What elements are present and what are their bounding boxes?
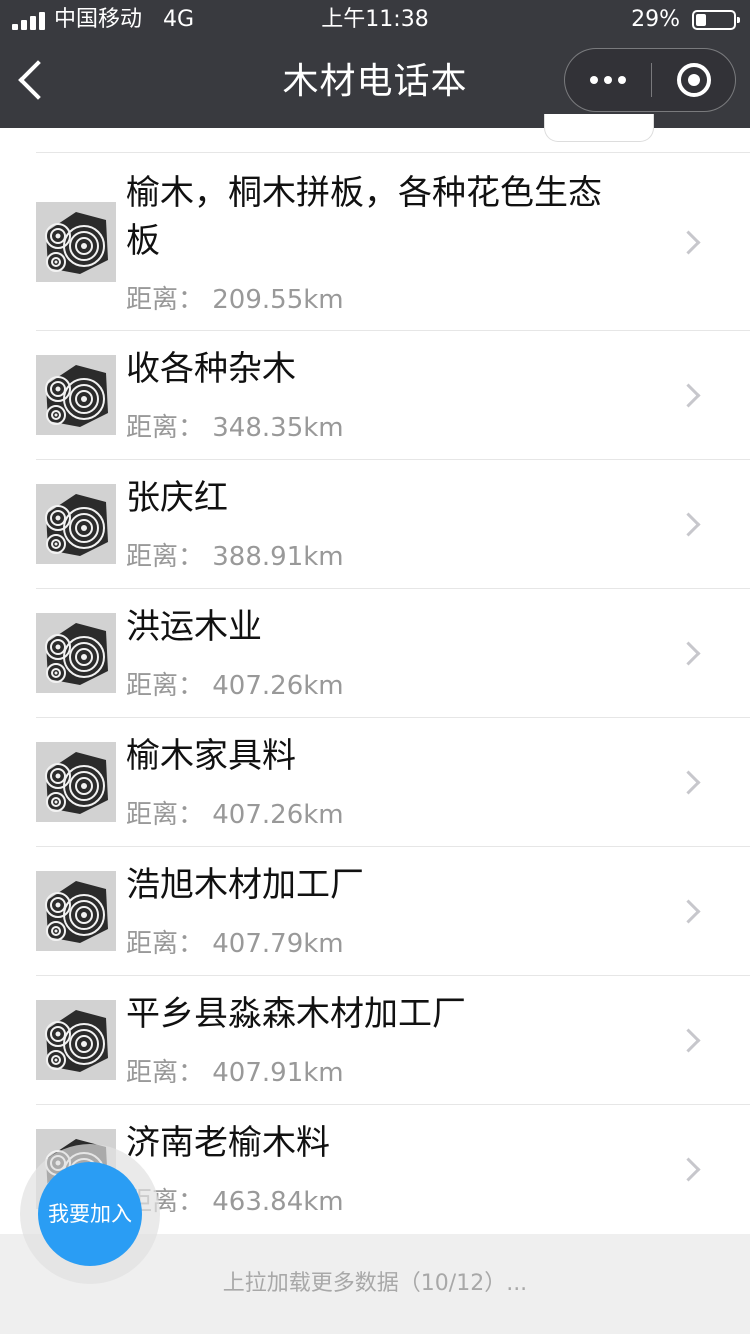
- item-name: 济南老榆木料: [126, 1123, 330, 1163]
- more-dots-icon[interactable]: [565, 49, 651, 111]
- chevron-right-icon: [676, 1028, 701, 1053]
- chevron-right-icon: [676, 230, 701, 255]
- item-name: 平乡县淼森木材加工厂: [126, 994, 466, 1034]
- battery-percent: 29%: [631, 7, 680, 32]
- item-distance: 距离： 407.26km: [126, 800, 344, 830]
- item-name: 收各种杂木: [126, 349, 296, 389]
- hidden-search-tab: [544, 114, 654, 142]
- log-thumbnail-icon: [36, 355, 116, 435]
- list-item[interactable]: 平乡县淼森木材加工厂 距离： 407.91km: [0, 976, 750, 1105]
- chevron-right-icon: [676, 899, 701, 924]
- list-item[interactable]: 收各种杂木 距离： 348.35km: [0, 331, 750, 460]
- log-thumbnail-icon: [36, 1000, 116, 1080]
- battery-icon: [692, 10, 740, 30]
- log-thumbnail-icon: [36, 613, 116, 693]
- item-distance: 距离： 407.91km: [126, 1058, 344, 1088]
- chevron-right-icon: [676, 770, 701, 795]
- item-name: 浩旭木材加工厂: [126, 865, 364, 905]
- item-distance: 距离： 407.26km: [126, 671, 344, 701]
- list-item[interactable]: 榆木家具料 距离： 407.26km: [0, 718, 750, 847]
- chevron-right-icon: [676, 641, 701, 666]
- item-distance: 距离： 388.91km: [126, 542, 344, 572]
- item-distance: 距离： 209.55km: [126, 285, 344, 315]
- item-distance: 距离： 407.79km: [126, 929, 344, 959]
- status-bar: 中国移动 4G 上午11:38 29%: [0, 0, 750, 40]
- mini-program-capsule: [564, 48, 736, 112]
- join-button[interactable]: 我要加入: [38, 1162, 142, 1266]
- item-name: 榆木家具料: [126, 736, 296, 776]
- log-thumbnail-icon: [36, 742, 116, 822]
- chevron-right-icon: [676, 1157, 701, 1182]
- log-thumbnail-icon: [36, 202, 116, 282]
- target-close-icon[interactable]: [651, 49, 737, 111]
- item-name: 张庆红: [126, 478, 228, 518]
- chevron-right-icon: [676, 512, 701, 537]
- list-item[interactable]: 浩旭木材加工厂 距离： 407.79km: [0, 847, 750, 976]
- log-thumbnail-icon: [36, 484, 116, 564]
- list-item[interactable]: 张庆红 距离： 388.91km: [0, 460, 750, 589]
- item-name: 洪运木业: [126, 607, 262, 647]
- list-item[interactable]: 洪运木业 距离： 407.26km: [0, 589, 750, 718]
- top-bar: 中国移动 4G 上午11:38 29% 木材电话本: [0, 0, 750, 128]
- log-thumbnail-icon: [36, 871, 116, 951]
- list-item[interactable]: 榆木，桐木拼板，各种花色生态板 距离： 209.55km: [0, 153, 750, 331]
- chevron-right-icon: [676, 383, 701, 408]
- contact-list: 榆木，桐木拼板，各种花色生态板 距离： 209.55km 收各种杂木 距离： 3…: [0, 153, 750, 1234]
- item-name: 榆木，桐木拼板，各种花色生态板: [126, 173, 602, 261]
- item-distance: 距离： 348.35km: [126, 413, 344, 443]
